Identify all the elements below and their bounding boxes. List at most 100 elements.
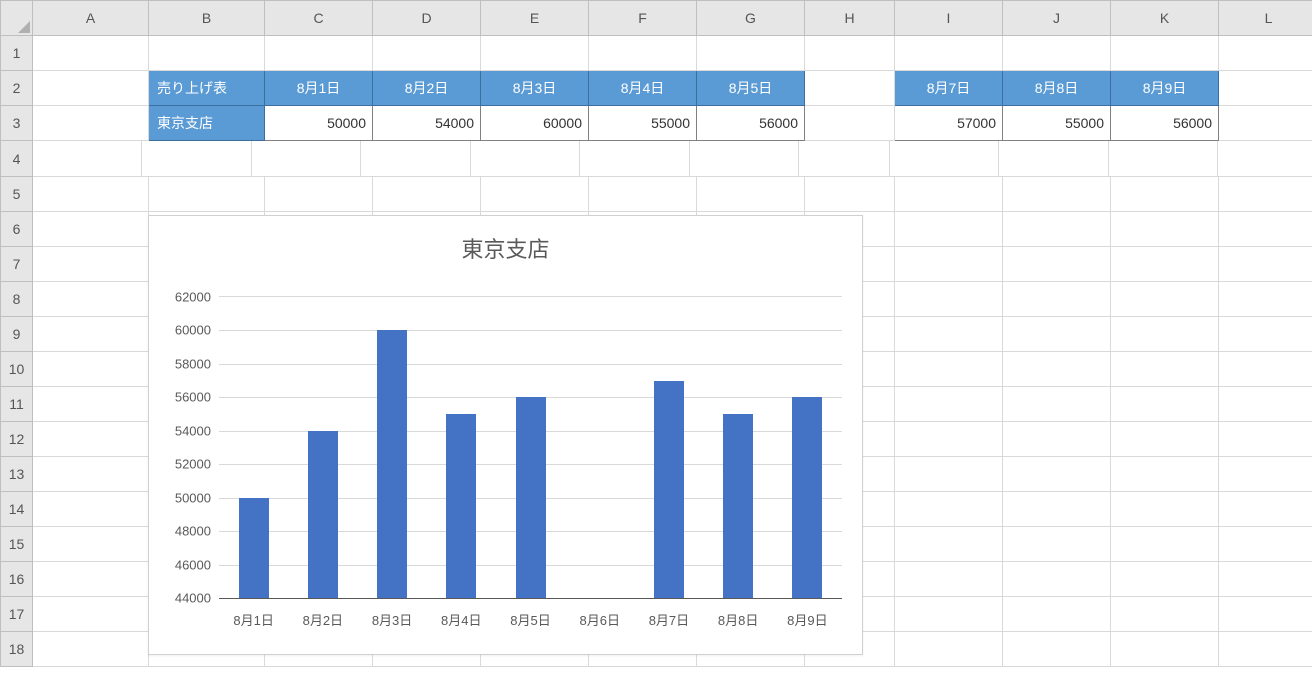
cell-date[interactable]: 8月7日	[895, 71, 1003, 106]
select-all-corner[interactable]	[1, 1, 33, 36]
row-header[interactable]: 4	[1, 141, 33, 177]
row-header[interactable]: 16	[1, 562, 33, 597]
cell-value[interactable]: 50000	[265, 106, 373, 141]
chart-x-tick: 8月5日	[510, 610, 550, 629]
col-header[interactable]: D	[373, 1, 481, 36]
cell[interactable]	[805, 106, 895, 141]
chart-bar	[308, 431, 338, 598]
embedded-chart[interactable]: 東京支店 44000460004800050000520005400056000…	[148, 215, 863, 655]
cell-value[interactable]: 57000	[895, 106, 1003, 141]
col-header[interactable]: A	[33, 1, 149, 36]
row-header[interactable]: 17	[1, 597, 33, 632]
cell-value[interactable]: 55000	[589, 106, 697, 141]
row-header[interactable]: 12	[1, 422, 33, 457]
chart-x-tick: 8月7日	[649, 610, 689, 629]
chart-x-tick: 8月1日	[233, 610, 273, 629]
chart-y-tick: 48000	[159, 524, 211, 539]
cell[interactable]	[373, 36, 481, 71]
cell[interactable]	[1003, 36, 1111, 71]
chart-bar	[654, 381, 684, 598]
row-header[interactable]: 7	[1, 247, 33, 282]
chart-y-tick: 52000	[159, 457, 211, 472]
cell[interactable]	[33, 71, 149, 106]
chart-plot-area: 4400046000480005000052000540005600058000…	[219, 296, 842, 599]
cell-date[interactable]: 8月3日	[481, 71, 589, 106]
cell[interactable]	[895, 36, 1003, 71]
row-header[interactable]: 5	[1, 177, 33, 212]
chart-y-tick: 58000	[159, 356, 211, 371]
chart-x-tick: 8月6日	[579, 610, 619, 629]
cell[interactable]	[265, 36, 373, 71]
cell[interactable]	[805, 71, 895, 106]
cell-value[interactable]: 54000	[373, 106, 481, 141]
col-header[interactable]: J	[1003, 1, 1111, 36]
col-header-row: A B C D E F G H I J K L	[1, 1, 1312, 36]
cell[interactable]	[33, 106, 149, 141]
chart-bar	[239, 498, 269, 598]
chart-y-tick: 50000	[159, 490, 211, 505]
cell[interactable]	[1111, 36, 1219, 71]
col-header[interactable]: H	[805, 1, 895, 36]
chart-bar	[723, 414, 753, 598]
row-header[interactable]: 10	[1, 352, 33, 387]
row-header[interactable]: 2	[1, 71, 33, 106]
row-header[interactable]: 14	[1, 492, 33, 527]
cell[interactable]	[1219, 106, 1312, 141]
row-header[interactable]: 18	[1, 632, 33, 667]
cell[interactable]	[1219, 71, 1312, 106]
chart-y-tick: 46000	[159, 557, 211, 572]
row-header[interactable]: 13	[1, 457, 33, 492]
chart-y-tick: 60000	[159, 323, 211, 338]
col-header[interactable]: C	[265, 1, 373, 36]
cell-date[interactable]: 8月8日	[1003, 71, 1111, 106]
row-header[interactable]: 1	[1, 36, 33, 71]
chart-bar	[516, 397, 546, 598]
cell-value[interactable]: 56000	[697, 106, 805, 141]
chart-x-axis: 8月1日 8月2日 8月3日 8月4日 8月5日 8月6日 8月7日 8月8日 8月9日	[219, 610, 842, 636]
col-header[interactable]: L	[1219, 1, 1312, 36]
cell[interactable]	[33, 36, 149, 71]
cell-date[interactable]: 8月1日	[265, 71, 373, 106]
row-header[interactable]: 15	[1, 527, 33, 562]
cell-date[interactable]: 8月5日	[697, 71, 805, 106]
cell-date[interactable]: 8月2日	[373, 71, 481, 106]
cell-date[interactable]: 8月4日	[589, 71, 697, 106]
cell-date[interactable]: 8月9日	[1111, 71, 1219, 106]
chart-y-tick: 44000	[159, 591, 211, 606]
chart-x-tick: 8月8日	[718, 610, 758, 629]
cell[interactable]	[149, 36, 265, 71]
cell-table-title[interactable]: 売り上げ表	[149, 71, 265, 106]
col-header[interactable]: K	[1111, 1, 1219, 36]
row-header[interactable]: 8	[1, 282, 33, 317]
spreadsheet: A B C D E F G H I J K L 1 2 売り上げ表 8月1日 8…	[0, 0, 1312, 687]
chart-x-tick: 8月4日	[441, 610, 481, 629]
chart-x-tick: 8月3日	[372, 610, 412, 629]
col-header[interactable]: E	[481, 1, 589, 36]
cell-value[interactable]: 55000	[1003, 106, 1111, 141]
chart-title: 東京支店	[149, 232, 862, 264]
chart-y-tick: 56000	[159, 390, 211, 405]
chart-x-tick: 8月9日	[787, 610, 827, 629]
chart-y-tick: 62000	[159, 290, 211, 305]
cell-value[interactable]: 60000	[481, 106, 589, 141]
cell[interactable]	[805, 36, 895, 71]
row-header[interactable]: 11	[1, 387, 33, 422]
chart-bar	[792, 397, 822, 598]
cell-value[interactable]: 56000	[1111, 106, 1219, 141]
row-header[interactable]: 6	[1, 212, 33, 247]
chart-y-tick: 54000	[159, 423, 211, 438]
col-header[interactable]: B	[149, 1, 265, 36]
chart-bar	[446, 414, 476, 598]
col-header[interactable]: G	[697, 1, 805, 36]
cell[interactable]	[589, 36, 697, 71]
row-header[interactable]: 3	[1, 106, 33, 141]
cell[interactable]	[697, 36, 805, 71]
col-header[interactable]: I	[895, 1, 1003, 36]
cell[interactable]	[481, 36, 589, 71]
col-header[interactable]: F	[589, 1, 697, 36]
cell[interactable]	[1219, 36, 1312, 71]
chart-x-tick: 8月2日	[303, 610, 343, 629]
row-header[interactable]: 9	[1, 317, 33, 352]
cell-row-label[interactable]: 東京支店	[149, 106, 265, 141]
chart-bar	[377, 330, 407, 598]
